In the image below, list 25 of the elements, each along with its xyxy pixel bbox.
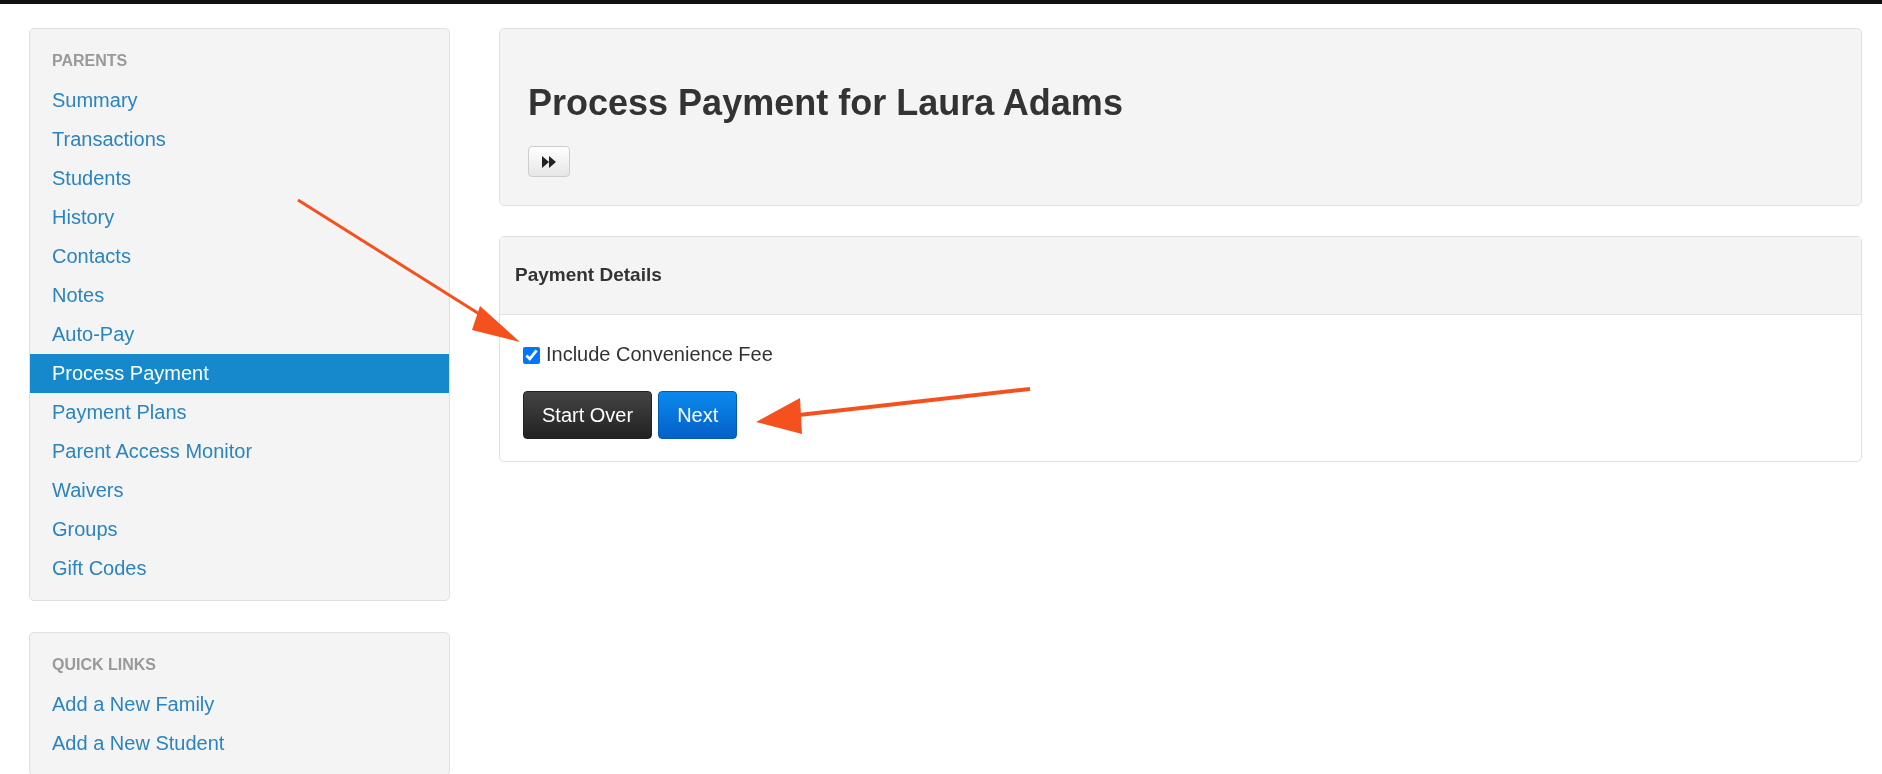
page-title: Process Payment for Laura Adams — [528, 81, 1124, 125]
sidebar-link[interactable]: Groups — [30, 510, 449, 549]
sidebar-link[interactable]: Payment Plans — [30, 393, 449, 432]
sidebar-link[interactable]: Waivers — [30, 471, 449, 510]
panel-title: Payment Details — [500, 237, 1861, 315]
sidebar-link[interactable]: Parent Access Monitor — [30, 432, 449, 471]
sidebar-link[interactable]: Contacts — [30, 237, 449, 276]
sidebar-link[interactable]: Transactions — [30, 120, 449, 159]
start-over-button[interactable]: Start Over — [523, 390, 653, 439]
sidebar-link[interactable]: Gift Codes — [30, 549, 449, 588]
sidebar-link[interactable]: History — [30, 198, 449, 237]
sidebar-link[interactable]: Students — [30, 159, 449, 198]
convenience-fee-checkbox[interactable] — [523, 347, 540, 365]
sidebar-link[interactable]: Auto-Pay — [30, 315, 449, 354]
next-button[interactable]: Next — [658, 390, 738, 439]
sidebar-link[interactable]: Summary — [30, 81, 449, 120]
sidebar-link[interactable]: Add a New Family — [30, 685, 449, 724]
section-heading: PARENTS — [51, 51, 129, 71]
section-heading: QUICK LINKS — [51, 655, 157, 675]
fast-forward-icon — [541, 154, 557, 169]
fast-forward-button[interactable] — [528, 146, 570, 178]
sidebar-link[interactable]: Process Payment — [30, 354, 449, 393]
checkbox-label: Include Convenience Fee — [546, 341, 773, 367]
sidebar-link[interactable]: Notes — [30, 276, 449, 315]
sidebar-link[interactable]: Add a New Student — [30, 724, 449, 763]
